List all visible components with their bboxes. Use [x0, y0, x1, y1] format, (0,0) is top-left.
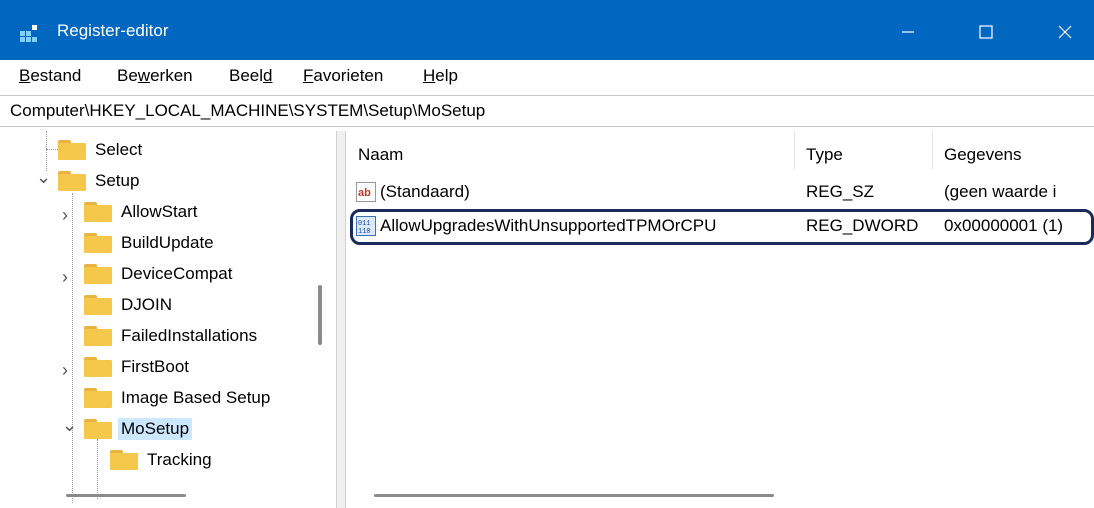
tree-horizontal-scrollbar[interactable] [66, 494, 186, 497]
maximize-button[interactable] [963, 12, 1009, 52]
tree-node-mosetup[interactable]: MoSetup [84, 414, 193, 444]
tree-node-firstboot[interactable]: FirstBoot [84, 352, 192, 382]
folder-icon [84, 264, 112, 284]
tree-node-devicecompat[interactable]: DeviceCompat [84, 259, 236, 289]
window-title: Register-editor [57, 21, 169, 40]
column-header-data[interactable]: Gegevens [944, 145, 1022, 165]
close-icon [1058, 25, 1072, 39]
tree-node-label: AllowStart [121, 202, 198, 221]
tree-node-buildupdate[interactable]: BuildUpdate [84, 228, 217, 258]
key-tree-pane[interactable]: Select ⌄ Setup › AllowStart BuildUpdate › Devic… [0, 131, 336, 508]
menu-beeld[interactable]: Beeld [229, 66, 273, 86]
tree-vertical-scrollbar[interactable] [318, 285, 322, 345]
minimize-icon [902, 31, 914, 33]
highlight-box [350, 209, 1094, 245]
chevron-down-icon[interactable]: ⌄ [62, 415, 77, 436]
column-divider[interactable] [932, 131, 933, 169]
menu-favorieten[interactable]: Favorieten [303, 66, 383, 86]
folder-icon [84, 295, 112, 315]
tree-node-label: MoSetup [118, 418, 193, 440]
string-value-icon: ab [356, 182, 376, 202]
chevron-right-icon[interactable]: › [62, 205, 68, 226]
folder-icon [84, 419, 112, 439]
chevron-right-icon[interactable]: › [62, 360, 68, 381]
tree-connector [97, 439, 98, 499]
list-horizontal-scrollbar[interactable] [374, 494, 774, 497]
maximize-icon [979, 25, 993, 39]
menu-bewerken[interactable]: Bewerken [117, 66, 193, 86]
folder-icon [58, 171, 86, 191]
address-path[interactable]: Computer\HKEY_LOCAL_MACHINE\SYSTEM\Setup… [10, 101, 485, 121]
folder-icon [110, 450, 138, 470]
menu-help[interactable]: Help [423, 66, 458, 86]
tree-node-select[interactable]: Select [58, 135, 145, 165]
value-data: (geen waarde i [944, 182, 1057, 201]
minimize-button[interactable] [885, 12, 931, 52]
tree-node-tracking[interactable]: Tracking [110, 445, 215, 475]
value-name: (Standaard) [380, 182, 470, 201]
tree-node-label: FailedInstallations [121, 326, 258, 345]
address-bar[interactable]: Computer\HKEY_LOCAL_MACHINE\SYSTEM\Setup… [0, 95, 1094, 127]
chevron-right-icon[interactable]: › [62, 267, 68, 288]
folder-icon [84, 388, 112, 408]
svg-text:ab: ab [358, 187, 371, 199]
menu-bestand[interactable]: Bestand [19, 66, 81, 86]
tree-node-label: DJOIN [121, 295, 172, 314]
title-bar: Register-editor [0, 0, 1094, 60]
tree-node-label: Select [95, 140, 143, 159]
tree-node-allowstart[interactable]: AllowStart [84, 197, 201, 227]
chevron-down-icon[interactable]: ⌄ [36, 167, 51, 188]
tree-node-label: Tracking [147, 450, 212, 469]
tree-node-setup[interactable]: Setup [58, 166, 142, 196]
menu-bar: Bestand Bewerken Beeld Favorieten Help [0, 60, 1094, 92]
value-row[interactable]: ab (Standaard) REG_SZ (geen waarde i [346, 177, 1094, 207]
value-type: REG_SZ [806, 182, 875, 201]
registry-editor-icon [20, 25, 37, 42]
tree-node-label: FirstBoot [121, 357, 190, 376]
tree-node-label: DeviceCompat [121, 264, 233, 283]
values-list-pane[interactable]: Naam Type Gegevens ab (Standaard) REG_SZ… [346, 131, 1094, 508]
tree-node-djoin[interactable]: DJOIN [84, 290, 175, 320]
tree-connector [46, 149, 58, 150]
tree-node-image-based-setup[interactable]: Image Based Setup [84, 383, 273, 413]
tree-connector [46, 131, 47, 171]
column-header-type[interactable]: Type [806, 145, 843, 165]
folder-icon [84, 233, 112, 253]
close-button[interactable] [1042, 12, 1088, 52]
tree-node-label: Image Based Setup [121, 388, 271, 407]
column-header-name[interactable]: Naam [358, 145, 403, 165]
tree-node-failedinstallations[interactable]: FailedInstallations [84, 321, 260, 351]
folder-icon [84, 326, 112, 346]
folder-icon [84, 357, 112, 377]
tree-node-label: BuildUpdate [121, 233, 214, 252]
column-divider[interactable] [794, 131, 795, 169]
tree-node-label: Setup [95, 171, 140, 190]
folder-icon [84, 202, 112, 222]
tree-connector [72, 193, 73, 503]
folder-icon [58, 140, 86, 160]
pane-splitter[interactable] [336, 131, 346, 508]
